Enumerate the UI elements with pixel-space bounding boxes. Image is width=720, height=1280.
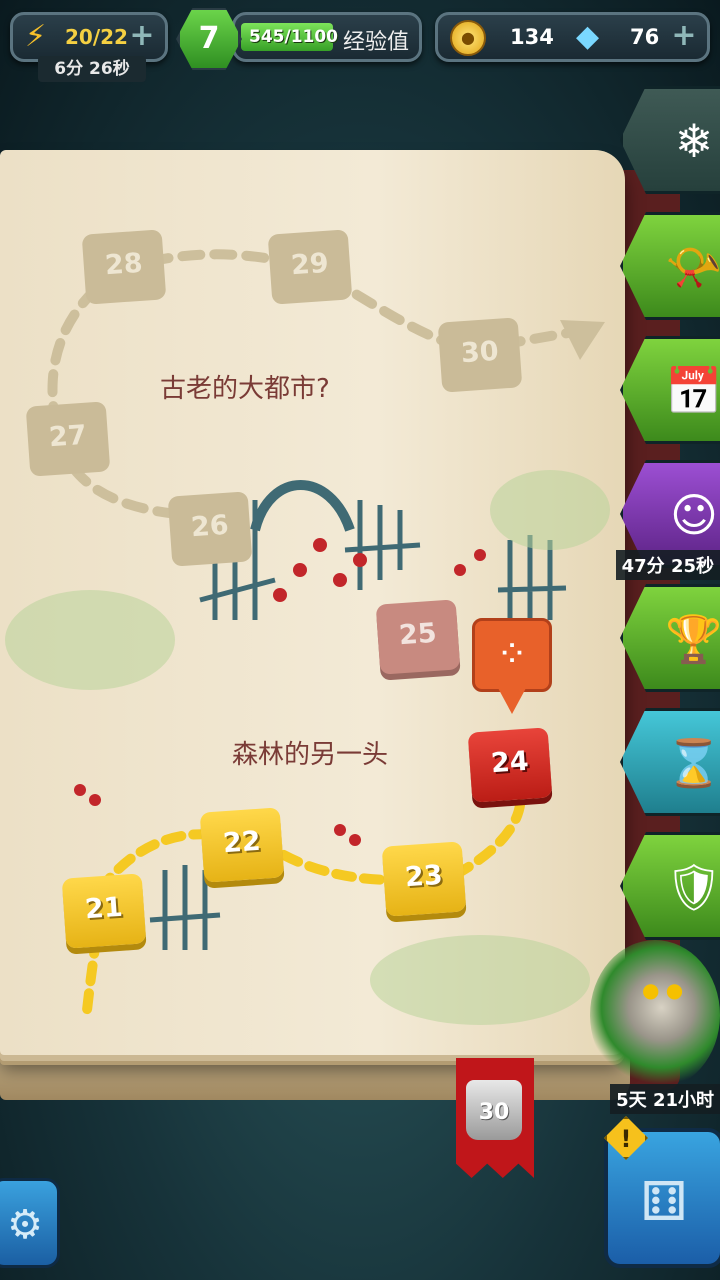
level-node-23[interactable]: 23 — [381, 841, 467, 917]
energy-panel: ⚡ 20/22 + — [10, 12, 168, 62]
level-node-22[interactable]: 22 — [199, 807, 285, 883]
level-node-28[interactable]: 28 — [81, 229, 167, 305]
ice-cube-icon: ❄ — [674, 114, 714, 168]
diamond-icon: ◆ — [576, 19, 600, 54]
calendar-icon: 📅 — [665, 364, 720, 418]
horn-icon: 📯 — [665, 240, 720, 294]
coin-icon: ● — [450, 20, 486, 56]
dice-icon: ⚅ — [640, 1170, 688, 1233]
energy-value: 20/22 — [65, 25, 128, 49]
level-node-24[interactable]: 24 — [467, 727, 553, 803]
dice-location-marker-icon[interactable]: ⁘ — [472, 618, 552, 692]
region-title-forest: 森林的另一头 — [232, 740, 389, 770]
weight-icon: 30 — [466, 1080, 522, 1140]
player-level-badge[interactable]: 7 — [176, 7, 242, 71]
trophy-icon: 🏆 — [665, 612, 720, 666]
adventure-map-page[interactable]: 古老的大都市? 森林的另一头 28 29 30 27 26 25 22 21 2… — [0, 150, 625, 1055]
coin-count: 134 — [510, 25, 554, 49]
character-event-timer: 47分 25秒 — [615, 550, 720, 580]
xp-value: 545/1100 — [249, 27, 339, 47]
energy-timer: 6分 26秒 — [38, 56, 146, 82]
robot-event-button[interactable] — [590, 940, 720, 1090]
level-node-26[interactable]: 26 — [167, 491, 253, 567]
shield-icon: 🛡 — [664, 860, 720, 914]
lightning-icon: ⚡ — [25, 19, 47, 54]
currency-panel: ● 134 ◆ 76 + — [435, 12, 710, 62]
level-node-21[interactable]: 21 — [61, 873, 147, 949]
level-node-30[interactable]: 30 — [437, 317, 523, 393]
level-node-27[interactable]: 27 — [25, 401, 111, 477]
robot-event-timer: 5天 21小时 — [610, 1084, 720, 1114]
add-gems-button[interactable]: + — [669, 21, 699, 51]
robot-icon: ● ● — [642, 978, 684, 1002]
gear-icon: ⚙ — [7, 1202, 43, 1248]
region-title-old-city: 古老的大都市? — [160, 374, 330, 404]
xp-label: 经验值 — [343, 30, 410, 55]
level-node-25[interactable]: 25 — [375, 599, 461, 675]
level-node-29[interactable]: 29 — [267, 229, 353, 305]
hourglass-icon: ⌛ — [665, 736, 720, 790]
gem-count: 76 — [630, 25, 660, 49]
xp-panel: 545/1100 经验值 — [232, 12, 422, 62]
settings-button[interactable]: ⚙ — [0, 1178, 60, 1268]
add-energy-button[interactable]: + — [127, 21, 157, 51]
marker-pointer — [498, 688, 526, 714]
